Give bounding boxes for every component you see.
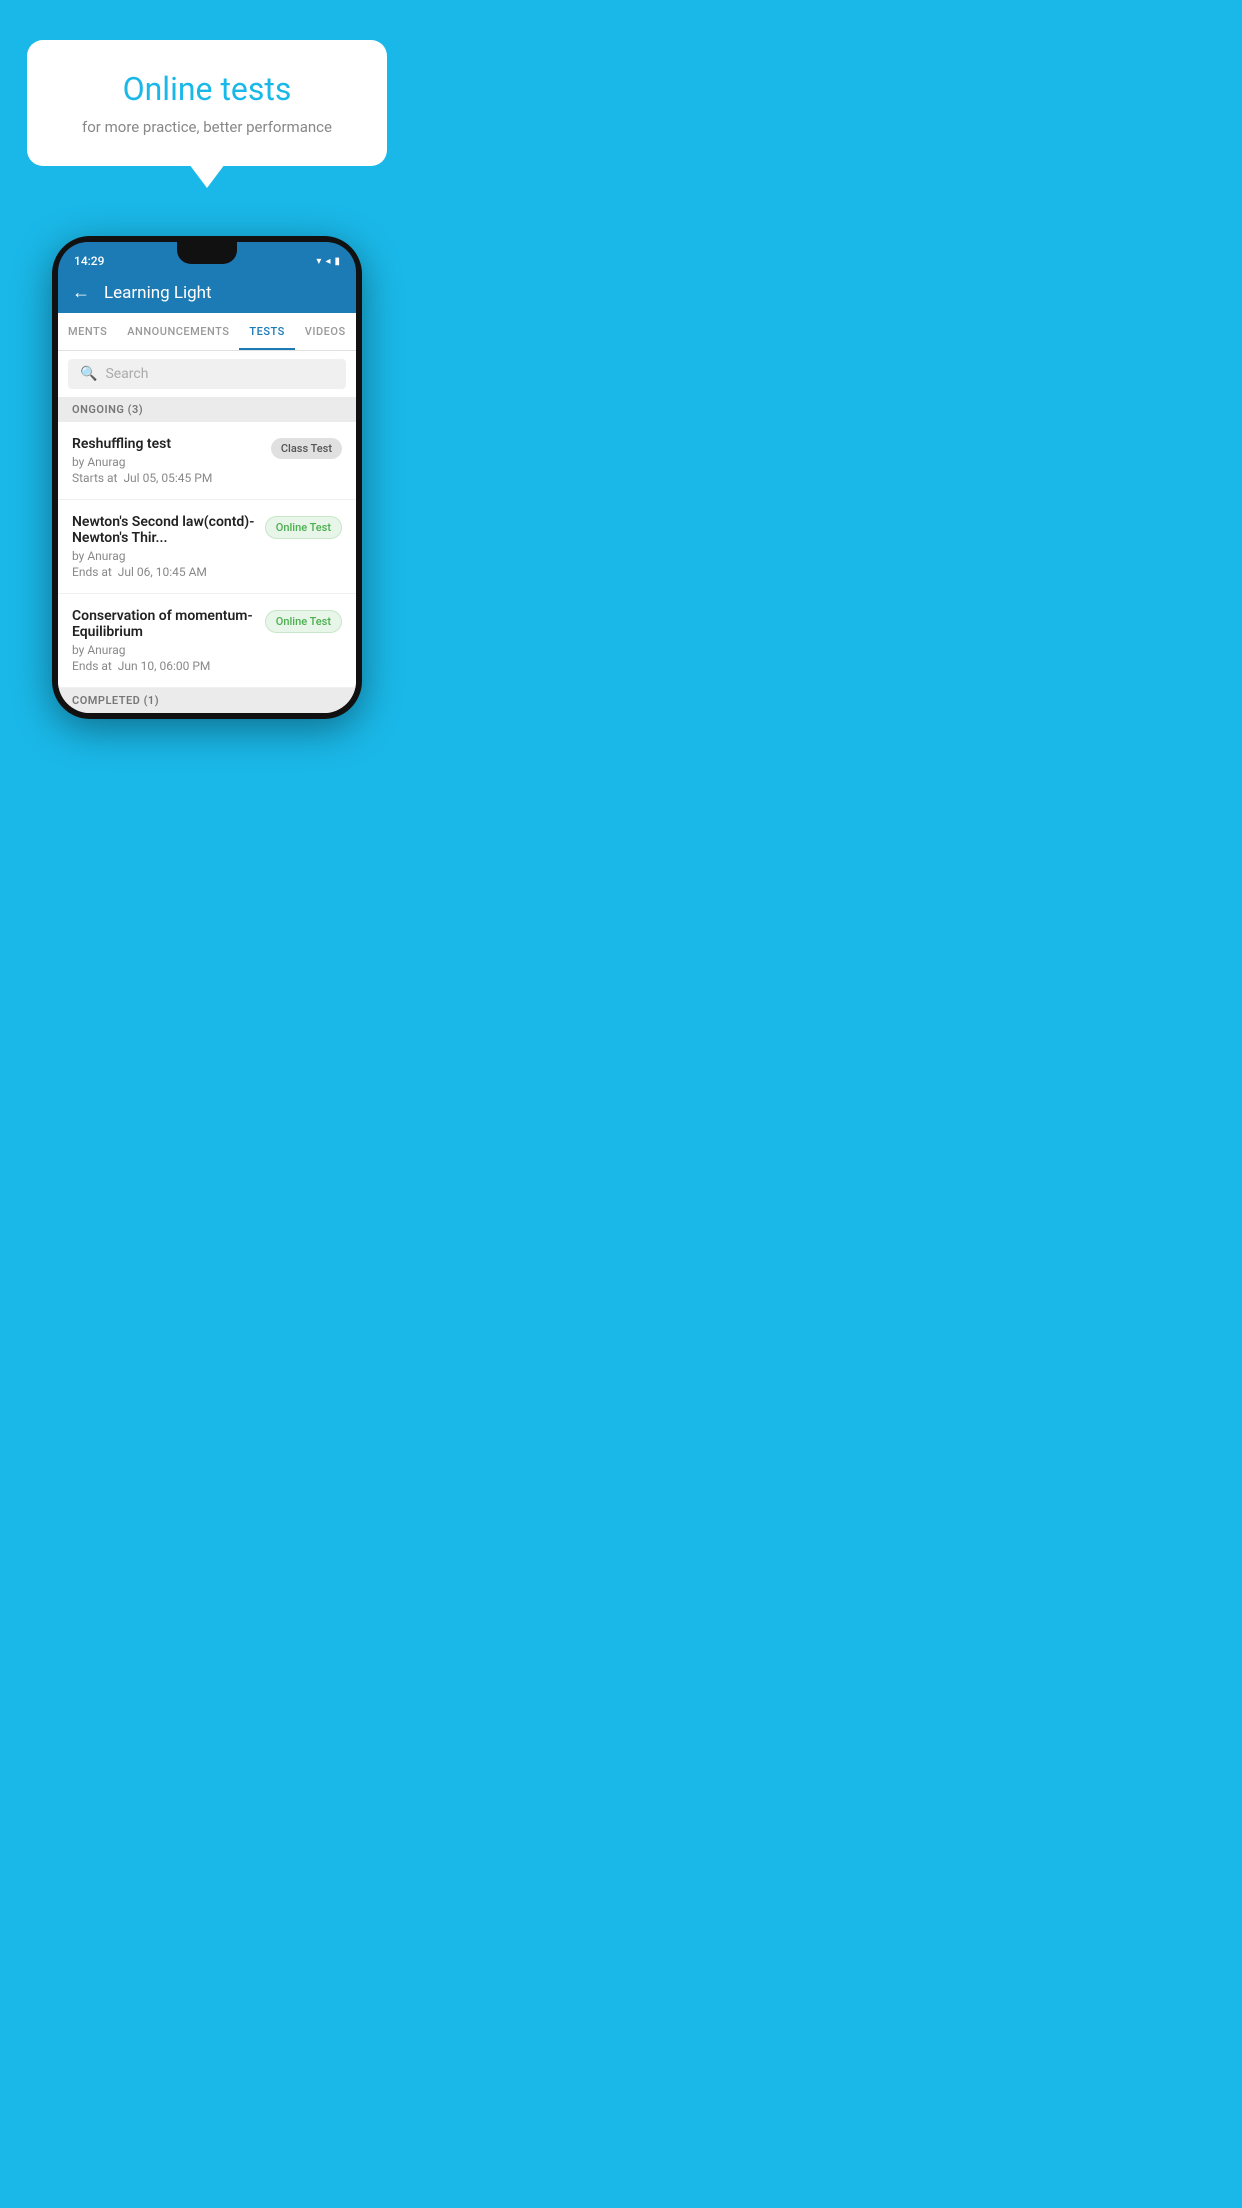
status-icons: ▾ ◂ ▮ <box>316 256 340 267</box>
phone-wrapper: 14:29 ▾ ◂ ▮ ← Learning Light MENTS ANNOU… <box>0 236 414 739</box>
tab-videos[interactable]: VIDEOS <box>295 313 356 350</box>
test-name: Reshuffling test <box>72 436 263 452</box>
search-box[interactable]: 🔍 Search <box>68 359 346 389</box>
test-by: by Anurag <box>72 549 257 563</box>
phone-notch-area: 14:29 ▾ ◂ ▮ <box>58 242 356 272</box>
test-item[interactable]: Conservation of momentum-Equilibrium by … <box>58 594 356 688</box>
test-info: Conservation of momentum-Equilibrium by … <box>72 608 257 673</box>
app-title: Learning Light <box>104 283 212 303</box>
search-icon: 🔍 <box>80 366 97 382</box>
completed-section-header: COMPLETED (1) <box>58 688 356 713</box>
back-button[interactable]: ← <box>72 282 90 303</box>
speech-bubble: Online tests for more practice, better p… <box>27 40 387 166</box>
test-list: Reshuffling test by Anurag Starts at Jul… <box>58 422 356 688</box>
test-time: Starts at Jul 05, 05:45 PM <box>72 471 263 485</box>
wifi-icon: ▾ <box>316 256 321 267</box>
phone-screen: ← Learning Light MENTS ANNOUNCEMENTS TES… <box>58 272 356 713</box>
search-container: 🔍 Search <box>58 351 356 397</box>
test-by: by Anurag <box>72 643 257 657</box>
test-time: Ends at Jun 10, 06:00 PM <box>72 659 257 673</box>
phone-notch <box>177 242 237 264</box>
status-bar: 14:29 ▾ ◂ ▮ <box>74 250 340 272</box>
test-badge-class: Class Test <box>271 438 342 459</box>
test-by: by Anurag <box>72 455 263 469</box>
signal-icon: ◂ <box>325 256 330 267</box>
test-info: Newton's Second law(contd)-Newton's Thir… <box>72 514 257 579</box>
tab-tests[interactable]: TESTS <box>239 313 294 350</box>
test-name: Newton's Second law(contd)-Newton's Thir… <box>72 514 257 546</box>
ongoing-section-header: ONGOING (3) <box>58 397 356 422</box>
test-badge-online: Online Test <box>265 610 342 633</box>
test-name: Conservation of momentum-Equilibrium <box>72 608 257 640</box>
search-input[interactable]: Search <box>105 366 148 382</box>
battery-icon: ▮ <box>334 256 340 267</box>
tabs-bar: MENTS ANNOUNCEMENTS TESTS VIDEOS <box>58 313 356 351</box>
tab-ments[interactable]: MENTS <box>58 313 117 350</box>
tab-announcements[interactable]: ANNOUNCEMENTS <box>117 313 239 350</box>
test-info: Reshuffling test by Anurag Starts at Jul… <box>72 436 263 485</box>
hero-subtitle: for more practice, better performance <box>57 118 357 136</box>
status-time: 14:29 <box>74 254 104 268</box>
test-time: Ends at Jul 06, 10:45 AM <box>72 565 257 579</box>
test-badge-online: Online Test <box>265 516 342 539</box>
hero-area: Online tests for more practice, better p… <box>0 0 414 186</box>
phone: 14:29 ▾ ◂ ▮ ← Learning Light MENTS ANNOU… <box>52 236 362 719</box>
hero-title: Online tests <box>57 70 357 108</box>
test-item[interactable]: Reshuffling test by Anurag Starts at Jul… <box>58 422 356 500</box>
app-header: ← Learning Light <box>58 272 356 313</box>
test-item[interactable]: Newton's Second law(contd)-Newton's Thir… <box>58 500 356 594</box>
